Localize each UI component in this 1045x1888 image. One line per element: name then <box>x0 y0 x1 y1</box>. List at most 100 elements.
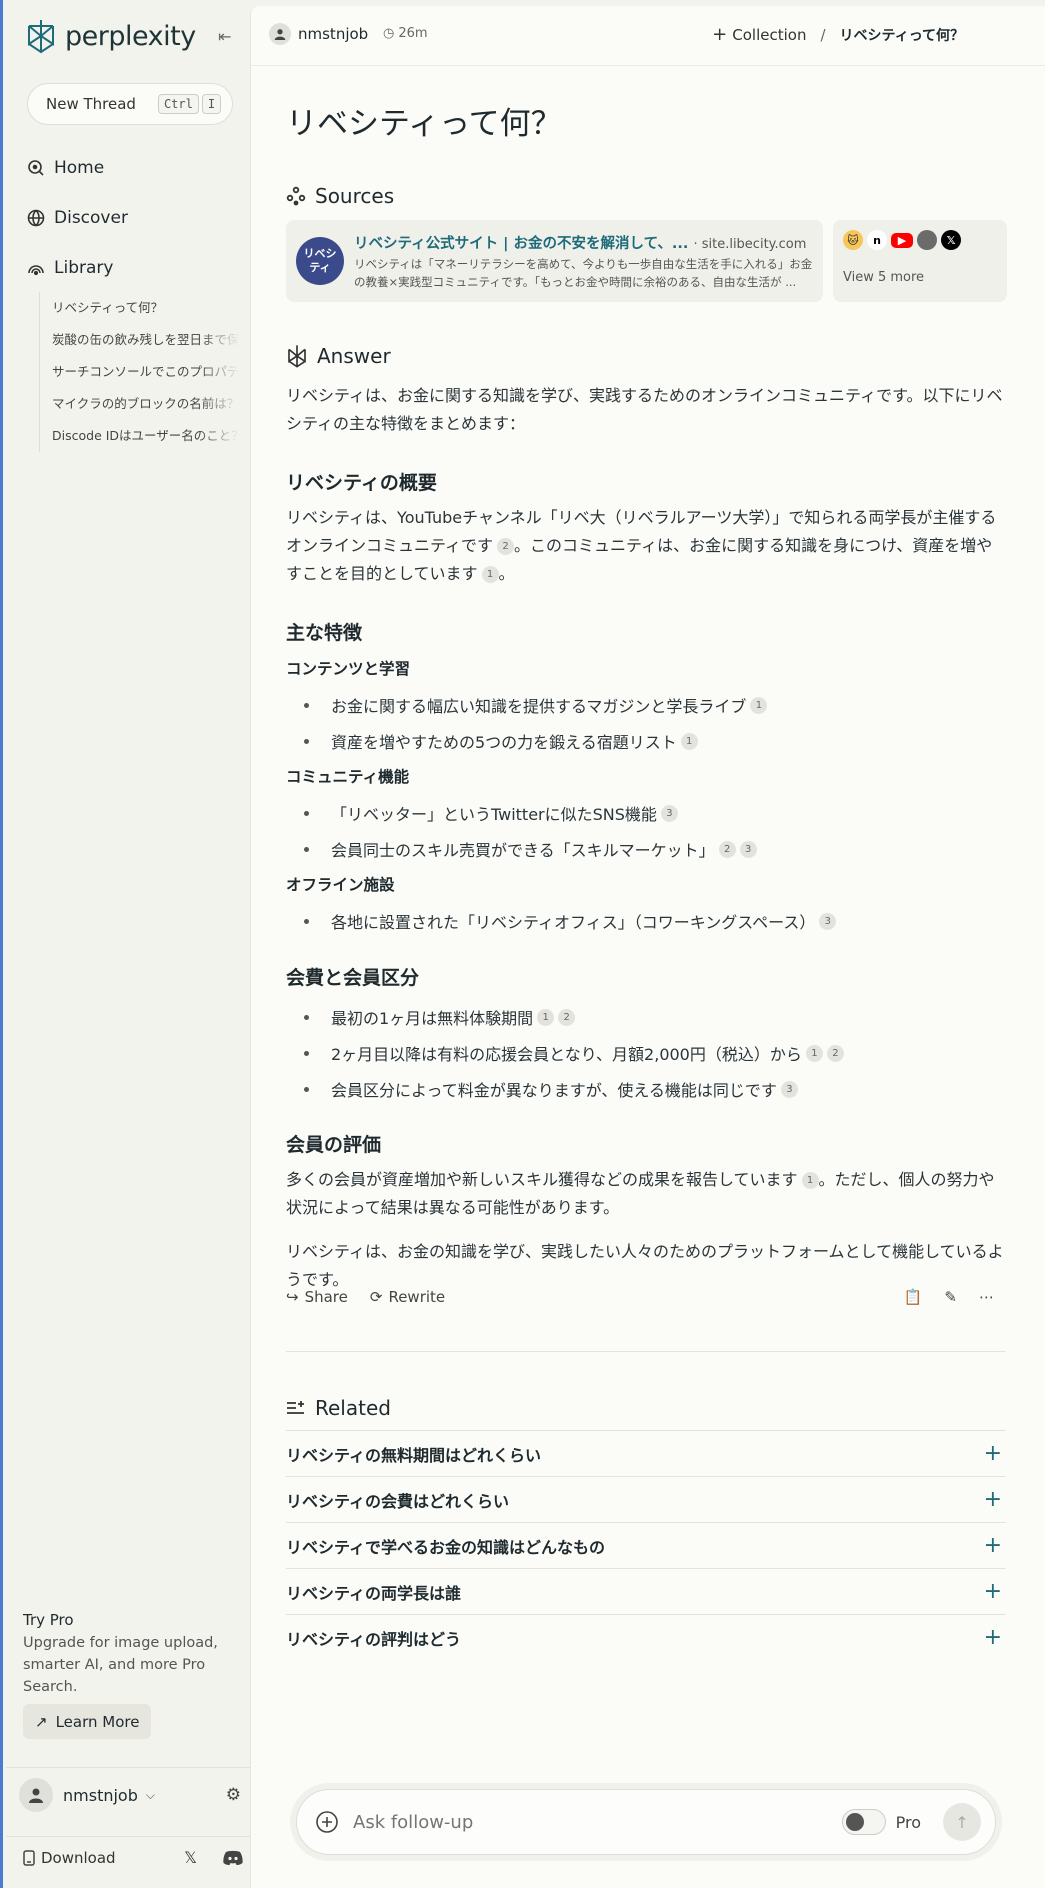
ask-follow-up-bar: Pro ↑ <box>296 1789 996 1855</box>
globe-icon <box>27 209 45 227</box>
user-icon <box>274 29 286 40</box>
source-thumbnail: リベシティ <box>296 237 344 285</box>
divider <box>6 1836 253 1837</box>
submit-button[interactable]: ↑ <box>943 1803 981 1841</box>
citation[interactable]: 1 <box>481 566 499 583</box>
related-item[interactable]: リベシティの評判はどう + <box>286 1614 1006 1660</box>
citation[interactable]: 1 <box>801 1172 819 1189</box>
related-item-text: リベシティの会費はどれくらい <box>286 1491 510 1511</box>
answer-actions: ↪ Share ⟳ Rewrite 📋 ✎ ⋯ <box>286 1288 1006 1306</box>
download-button[interactable]: Download <box>23 1849 116 1867</box>
related-item[interactable]: リベシティの無料期間はどれくらい + <box>286 1430 1006 1476</box>
share-button[interactable]: ↪ Share <box>286 1288 348 1306</box>
breadcrumb-separator: / <box>820 25 826 44</box>
citation[interactable]: 1 <box>537 1008 555 1026</box>
related-item[interactable]: リベシティで学べるお金の知識はどんなもの + <box>286 1522 1006 1568</box>
plus-icon: + <box>983 1487 1002 1512</box>
add-to-collection-button[interactable]: + Collection <box>712 24 806 45</box>
list-item: 会員区分によって料金が異なりますが、使える機能は同じです 3 <box>304 1077 798 1101</box>
more-options-icon[interactable]: ⋯ <box>979 1288 994 1306</box>
source-thumbnail-text: リベシティ <box>303 247 337 274</box>
sources-label: Sources <box>315 184 395 208</box>
new-thread-button[interactable]: New Thread Ctrl I <box>27 83 233 125</box>
rewrite-icon: ⟳ <box>369 1288 383 1306</box>
library-item[interactable]: リベシティって何？ <box>40 292 239 324</box>
perplexity-answer-icon <box>288 345 306 368</box>
citation[interactable]: 3 <box>739 840 757 858</box>
edit-icon[interactable]: ✎ <box>944 1288 957 1306</box>
citation[interactable]: 3 <box>819 912 837 930</box>
library-item[interactable]: 炭酸の缶の飲み残しを翌日まで保 <box>40 324 239 356</box>
avatar-favicon-icon <box>917 230 937 250</box>
related-item-text: リベシティの無料期間はどれくらい <box>286 1445 542 1465</box>
list-item-text: 会員同士のスキル売買ができる「スキルマーケット」 <box>331 841 715 860</box>
related-item-text: リベシティで学べるお金の知識はどんなもの <box>286 1537 606 1557</box>
divider <box>286 1351 1006 1352</box>
list-item-text: 「リベッター」というTwitterに似たSNS機能 <box>331 805 657 824</box>
library-item[interactable]: マイクラの的ブロックの名前は？ <box>40 388 239 420</box>
collapse-sidebar-icon[interactable]: ⇤ <box>218 27 231 46</box>
view-more-sources[interactable]: 🐱 n ▶ 𝕏 View 5 more <box>833 220 1007 302</box>
list-item-text: 会員区分によって料金が異なりますが、使える機能は同じです <box>331 1081 777 1100</box>
list-item-text: 資産を増やすための5つの力を鍛える宿題リスト <box>331 733 677 752</box>
source-title-text: リベシティ公式サイト | お金の不安を解消して、... <box>354 235 689 252</box>
citation[interactable]: 3 <box>780 1080 798 1098</box>
library-item[interactable]: サーチコンソールでこのプロパティへの <box>40 356 239 388</box>
overview-paragraph: リベシティは、YouTubeチャンネル「リベ大（リベラルアーツ大学）」で知られる… <box>286 504 1006 588</box>
list-item-text: 2ヶ月目以降は有料の応援会員となり、月額2,000円（税込）から <box>331 1045 802 1064</box>
library-item[interactable]: Discode IDはユーザー名のこと？ <box>40 420 239 452</box>
source-card[interactable]: リベシティ リベシティ公式サイト | お金の不安を解消して、... · site… <box>286 220 823 302</box>
nav-home[interactable]: Home <box>27 158 104 178</box>
topbar-user-name: nmstnjob <box>298 25 369 43</box>
source-domain: · site.libecity.com <box>693 236 807 252</box>
citation[interactable]: 1 <box>750 696 768 714</box>
sources-icon <box>286 186 306 206</box>
source-title: リベシティ公式サイト | お金の不安を解消して、... · site.libec… <box>354 232 813 253</box>
chevron-down-icon[interactable]: ⌵ <box>146 1788 155 1803</box>
note-favicon-icon: n <box>867 230 887 250</box>
related-item[interactable]: リベシティの会費はどれくらい + <box>286 1476 1006 1522</box>
nav-home-label: Home <box>54 158 105 178</box>
discord-icon[interactable] <box>223 1850 243 1866</box>
copy-icon[interactable]: 📋 <box>904 1288 923 1306</box>
topbar-user[interactable]: nmstnjob <box>269 23 368 45</box>
arrow-up-right-icon: ↗ <box>35 1712 48 1731</box>
related-heading: Related <box>286 1396 391 1420</box>
arrow-up-icon: ↑ <box>955 1812 969 1832</box>
nav-library-label: Library <box>54 258 114 278</box>
x-twitter-icon[interactable]: 𝕏 <box>184 1848 197 1867</box>
share-label: Share <box>304 1288 348 1306</box>
home-search-icon <box>28 160 44 176</box>
citation[interactable]: 2 <box>497 538 515 555</box>
citation[interactable]: 2 <box>826 1044 844 1062</box>
plus-circle-icon[interactable] <box>315 1810 339 1834</box>
nav-discover[interactable]: Discover <box>27 208 128 228</box>
gear-icon[interactable]: ⚙ <box>226 1785 241 1805</box>
download-label: Download <box>41 1848 116 1867</box>
rewrite-label: Rewrite <box>388 1288 446 1306</box>
plus-icon: + <box>983 1533 1002 1558</box>
ask-follow-up-input[interactable] <box>353 1811 842 1833</box>
answer-label: Answer <box>317 344 391 368</box>
library-icon <box>28 265 44 276</box>
citation[interactable]: 2 <box>718 840 736 858</box>
citation[interactable]: 3 <box>660 804 678 822</box>
citation[interactable]: 1 <box>680 732 698 750</box>
content-heading: コンテンツと学習 <box>286 660 411 678</box>
related-item[interactable]: リベシティの両学長は誰 + <box>286 1568 1006 1614</box>
learn-more-button[interactable]: ↗ Learn More <box>23 1704 152 1739</box>
rewrite-button[interactable]: ⟳ Rewrite <box>370 1288 445 1306</box>
list-item: 2ヶ月目以降は有料の応援会員となり、月額2,000円（税込）から 1 2 <box>304 1041 844 1065</box>
evaluation-heading: 会員の評価 <box>286 1134 382 1156</box>
community-heading: コミュニティ機能 <box>286 768 410 786</box>
citation[interactable]: 1 <box>805 1044 823 1062</box>
sidebar: perplexity ⇤ New Thread Ctrl I Home Disc… <box>3 0 253 1888</box>
related-icon <box>287 1401 304 1414</box>
plus-icon: + <box>983 1579 1002 1604</box>
main-panel: nmstnjob ◷ 26m + Collection / リベシティって何？ … <box>250 6 1045 1888</box>
logo[interactable]: perplexity <box>25 18 196 54</box>
pro-toggle[interactable] <box>841 1809 886 1835</box>
citation[interactable]: 2 <box>558 1008 576 1026</box>
nav-library[interactable]: Library <box>27 258 113 278</box>
user-menu[interactable]: nmstnjob ⌵ ⚙ <box>19 1778 241 1812</box>
